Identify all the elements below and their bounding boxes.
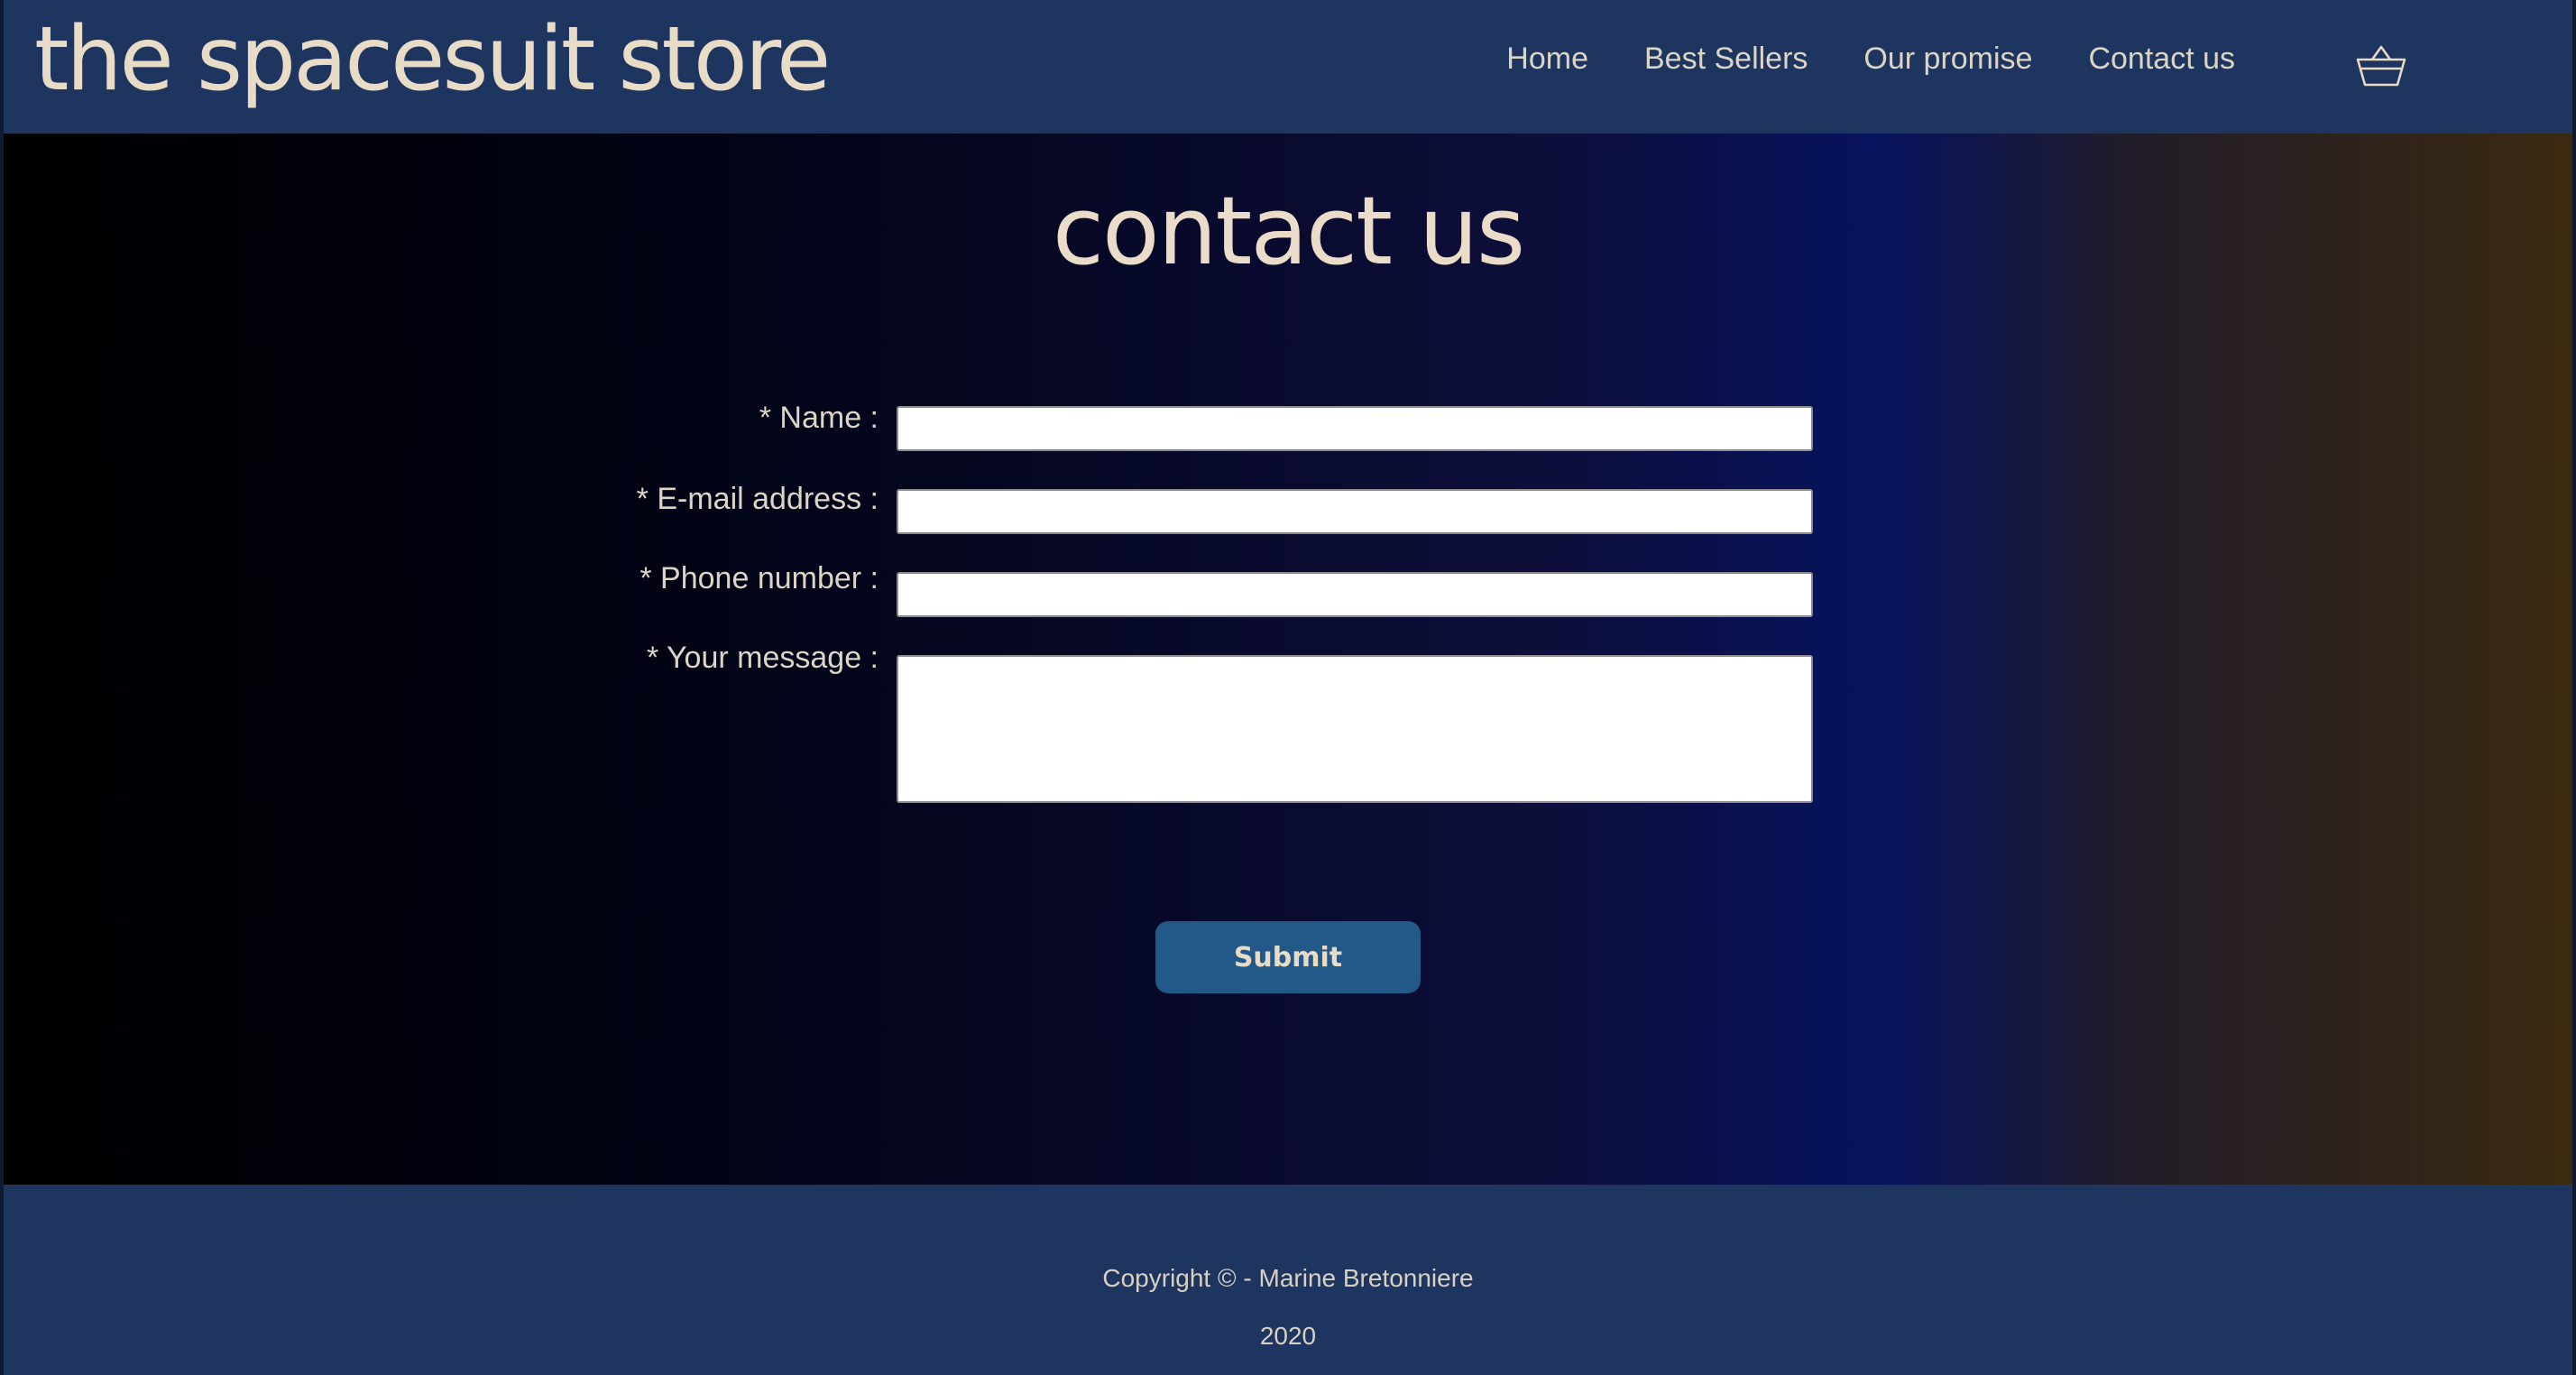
name-input[interactable] [897, 406, 1813, 451]
basket-icon[interactable] [2354, 40, 2408, 94]
message-textarea[interactable] [897, 655, 1813, 803]
nav-best-sellers-link[interactable]: Best Sellers [1644, 42, 1808, 77]
contact-section: contact us * Name : * E-mail address : *… [0, 134, 2576, 1185]
site-footer: Copyright © - Marine Bretonniere 2020 [0, 1185, 2576, 1375]
name-label: * Name : [759, 401, 879, 435]
phone-label: * Phone number : [639, 561, 879, 595]
email-input[interactable] [897, 489, 1813, 534]
nav-our-promise-link[interactable]: Our promise [1863, 42, 2032, 77]
page: the spacesuit store Home Best Sellers Ou… [0, 0, 2576, 1375]
nav-home-link[interactable]: Home [1506, 42, 1588, 77]
phone-input[interactable] [897, 572, 1813, 617]
copyright-year: 2020 [1259, 1322, 1317, 1350]
main-nav: Home Best Sellers Our promise Contact us [1506, 42, 2235, 77]
email-label: * E-mail address : [636, 482, 879, 516]
nav-contact-us-link[interactable]: Contact us [2088, 42, 2235, 77]
page-title: contact us [1052, 176, 1525, 286]
submit-button[interactable]: Submit [1155, 921, 1421, 993]
site-logo-text[interactable]: the spacesuit store [34, 7, 831, 114]
site-header: the spacesuit store Home Best Sellers Ou… [0, 0, 2576, 134]
copyright-text: Copyright © - Marine Bretonniere [1102, 1264, 1474, 1292]
message-label: * Your message : [646, 641, 879, 675]
